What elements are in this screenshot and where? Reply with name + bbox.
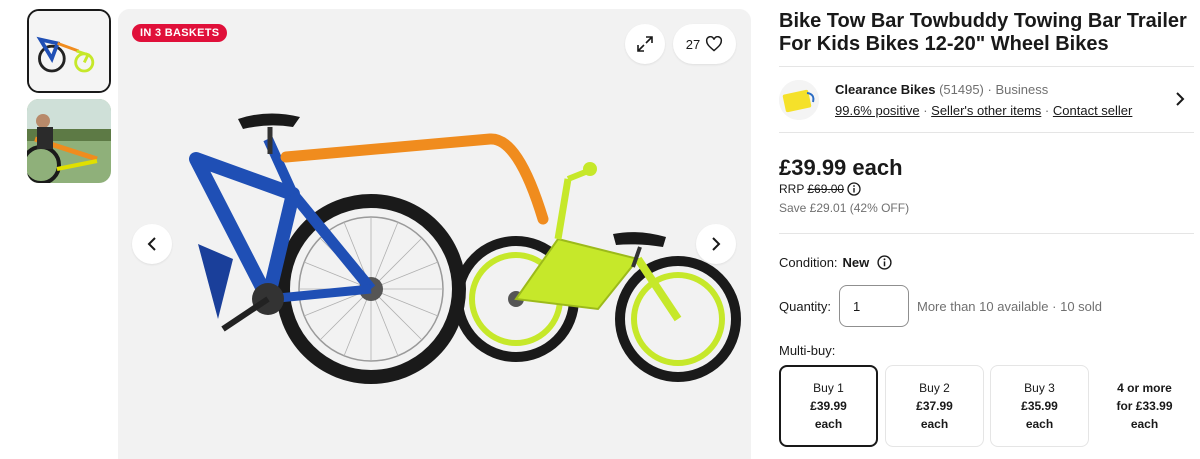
quantity-availability: More than 10 available · 10 sold	[917, 299, 1103, 314]
rrp-value: £69.00	[807, 182, 845, 196]
condition: Condition: New	[779, 255, 892, 270]
watchlist-button[interactable]: 27	[673, 24, 736, 64]
next-image-button[interactable]	[696, 224, 736, 264]
tier-each: each	[1130, 417, 1159, 431]
seller-positive-link[interactable]: 99.6% positive	[835, 103, 920, 118]
heart-icon	[706, 36, 723, 52]
tier-each: each	[814, 417, 843, 431]
condition-value: New	[842, 255, 870, 270]
watch-count: 27	[685, 36, 701, 52]
previous-image-button[interactable]	[132, 224, 172, 264]
tier-label: Buy 1	[813, 381, 844, 395]
expand-image-button[interactable]	[625, 24, 665, 64]
tier-label: Buy 3	[1024, 381, 1055, 395]
chevron-right-icon[interactable]	[1172, 90, 1188, 108]
multibuy-label: Multi-buy:	[779, 343, 836, 358]
tier-price: £37.99	[916, 399, 953, 413]
seller-type: · Business	[987, 82, 1049, 97]
tier-price: £35.99	[1021, 399, 1058, 413]
tier-each: each	[920, 417, 949, 431]
separator-dot: ·	[923, 103, 928, 118]
info-icon[interactable]	[877, 255, 892, 270]
seller-name[interactable]: Clearance Bikes	[835, 82, 935, 97]
tier-price: for £33.99	[1116, 399, 1173, 413]
thumbnail-1-image	[29, 11, 109, 91]
seller-logo-image	[779, 80, 819, 120]
rrp: RRP £69.00	[779, 182, 861, 196]
in-baskets-badge: IN 3 BASKETS	[132, 24, 228, 42]
seller-logo[interactable]	[779, 80, 819, 120]
quantity-label: Quantity:	[779, 299, 832, 314]
seller-links: 99.6% positive · Seller's other items · …	[835, 103, 1132, 118]
thumbnail-2[interactable]	[27, 99, 111, 183]
divider	[779, 66, 1194, 67]
condition-label: Condition:	[779, 255, 838, 270]
seller-other-items-link[interactable]: Seller's other items	[931, 103, 1041, 118]
info-icon[interactable]	[847, 182, 861, 196]
multibuy-tier-1[interactable]: Buy 1 £39.99 each	[779, 365, 878, 447]
divider	[779, 233, 1194, 234]
chevron-right-icon	[712, 237, 721, 251]
separator-dot: ·	[1044, 103, 1050, 118]
price: £39.99 each	[779, 155, 903, 180]
multibuy-tier-3[interactable]: Buy 3 £35.99 each	[990, 365, 1089, 447]
quantity-input[interactable]	[839, 285, 909, 327]
seller-summary: Clearance Bikes (51495) · Business	[835, 82, 1048, 97]
contact-seller-link[interactable]: Contact seller	[1053, 103, 1132, 118]
thumbnail-2-image	[27, 99, 111, 183]
divider	[779, 132, 1194, 133]
listing-title: Bike Tow Bar Towbuddy Towing Bar Trailer…	[779, 10, 1187, 55]
tier-price: £39.99	[810, 399, 847, 413]
thumbnail-1[interactable]	[27, 9, 111, 93]
rrp-label: RRP	[779, 182, 805, 196]
thumbnail-list	[27, 9, 111, 189]
tier-label: Buy 2	[919, 381, 950, 395]
multibuy-tier-2[interactable]: Buy 2 £37.99 each	[885, 365, 984, 447]
chevron-left-icon	[147, 237, 156, 251]
savings-text: Save £29.01 (42% OFF)	[779, 201, 910, 215]
product-image	[118, 9, 751, 459]
tier-label: 4 or more	[1117, 381, 1172, 395]
multibuy-tier-4[interactable]: 4 or more for £33.99 each	[1095, 365, 1194, 447]
tier-each: each	[1025, 417, 1054, 431]
seller-feedback-count: (51495)	[939, 82, 984, 97]
expand-icon	[637, 36, 653, 52]
image-gallery: IN 3 BASKETS 27	[118, 9, 751, 459]
